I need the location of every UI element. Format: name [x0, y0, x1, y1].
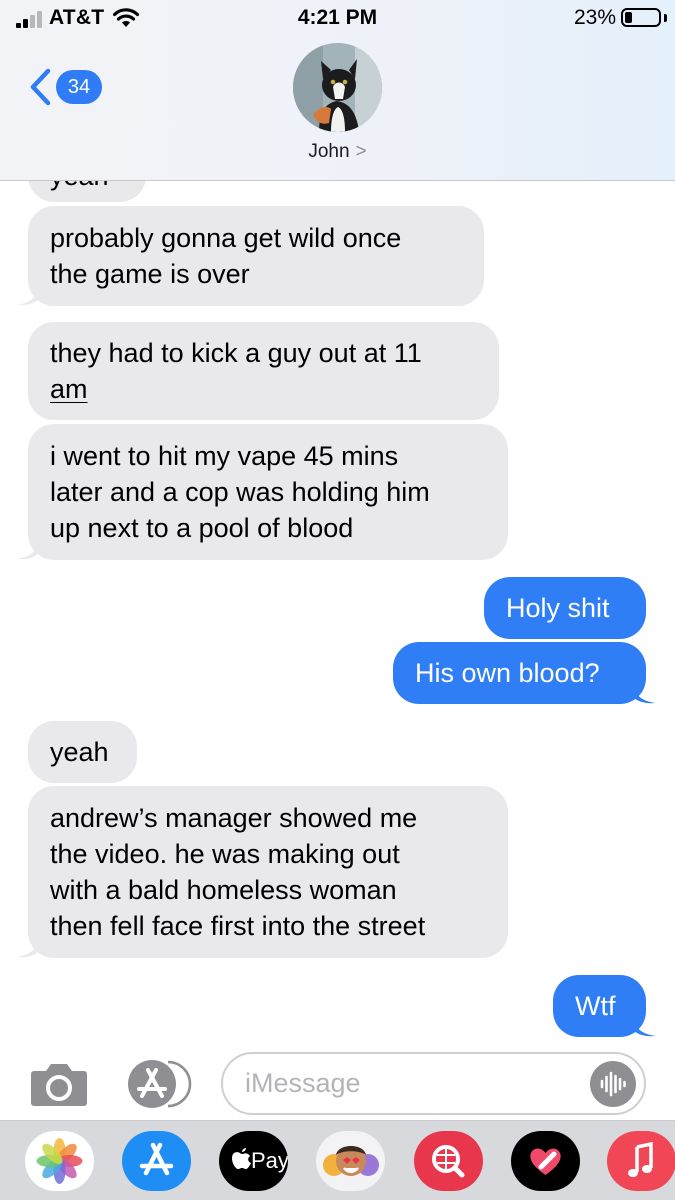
- compose-bar: iMessage: [0, 1045, 675, 1120]
- bubble-tail: [634, 1015, 656, 1037]
- bubble-tail: [16, 936, 38, 958]
- image-search-icon[interactable]: [414, 1131, 483, 1191]
- chevron-right-icon: >: [355, 141, 367, 162]
- battery-icon: [621, 8, 661, 27]
- battery-tip: [664, 14, 667, 22]
- apple-pay-label: Pay: [251, 1148, 288, 1173]
- message-text: Holy shit: [506, 593, 610, 623]
- digital-touch-icon[interactable]: [511, 1131, 580, 1191]
- message-bubble-incoming[interactable]: andrew’s manager showed me the video. he…: [28, 786, 508, 958]
- message-text: the game is over: [50, 259, 250, 289]
- message-bubble-incoming[interactable]: yeah: [28, 721, 137, 783]
- message-text: His own blood?: [415, 658, 600, 688]
- photos-icon[interactable]: [25, 1131, 94, 1191]
- message-bubble-incoming[interactable]: probably gonna get wild once the game is…: [28, 206, 484, 306]
- contact-name-button[interactable]: John >: [0, 141, 675, 163]
- back-button[interactable]: 34: [28, 66, 108, 110]
- message-text: the video. he was making out: [50, 839, 400, 869]
- message-text: up next to a pool of blood: [50, 513, 354, 543]
- imessage-app-drawer: Pay: [0, 1120, 675, 1200]
- camera-icon[interactable]: [30, 1061, 88, 1107]
- app-store-icon[interactable]: [122, 1131, 191, 1191]
- apple-pay-icon[interactable]: Pay: [219, 1131, 288, 1191]
- conversation-header: AT&T 4:21 PM 23% 34 John >: [0, 0, 675, 181]
- audio-message-button[interactable]: [590, 1061, 636, 1107]
- message-text: andrew’s manager showed me: [50, 803, 418, 833]
- bubble-tail: [634, 682, 656, 704]
- message-bubble-incoming[interactable]: i went to hit my vape 45 mins later and …: [28, 424, 508, 560]
- music-icon[interactable]: [607, 1131, 675, 1191]
- memoji-stickers-icon[interactable]: [316, 1131, 385, 1191]
- contact-name: John: [308, 141, 350, 162]
- contact-avatar[interactable]: [293, 43, 382, 132]
- message-text: with a bald homeless woman: [50, 875, 397, 905]
- message-text: Wtf: [575, 991, 616, 1021]
- waveform-icon: [600, 1071, 626, 1097]
- message-text: then fell face first into the street: [50, 911, 426, 941]
- chevron-left-icon: [30, 68, 51, 106]
- message-bubble-outgoing[interactable]: His own blood?: [393, 642, 646, 704]
- message-text: probably gonna get wild once: [50, 223, 402, 253]
- bubble-tail: [16, 284, 38, 306]
- message-bubble-outgoing[interactable]: Holy shit: [484, 577, 646, 639]
- imessage-input[interactable]: iMessage: [221, 1052, 646, 1115]
- imessage-placeholder: iMessage: [245, 1068, 361, 1098]
- unread-count-badge: 34: [56, 70, 102, 104]
- app-store-icon[interactable]: [124, 1058, 192, 1110]
- message-text: yeah: [50, 737, 109, 767]
- message-bubble-incoming[interactable]: they had to kick a guy out at 11 am: [28, 322, 499, 420]
- message-text: they had to kick a guy out at 11: [50, 338, 422, 368]
- message-text: i went to hit my vape 45 mins: [50, 441, 399, 471]
- message-bubble-outgoing[interactable]: Wtf: [553, 975, 646, 1037]
- status-bar: AT&T 4:21 PM 23%: [0, 0, 675, 40]
- message-text-detected-time[interactable]: am: [50, 371, 477, 407]
- cat-photo-icon: [293, 43, 382, 132]
- bubble-tail: [16, 538, 38, 560]
- message-text: later and a cop was holding him: [50, 477, 430, 507]
- battery-percentage: 23%: [573, 6, 616, 29]
